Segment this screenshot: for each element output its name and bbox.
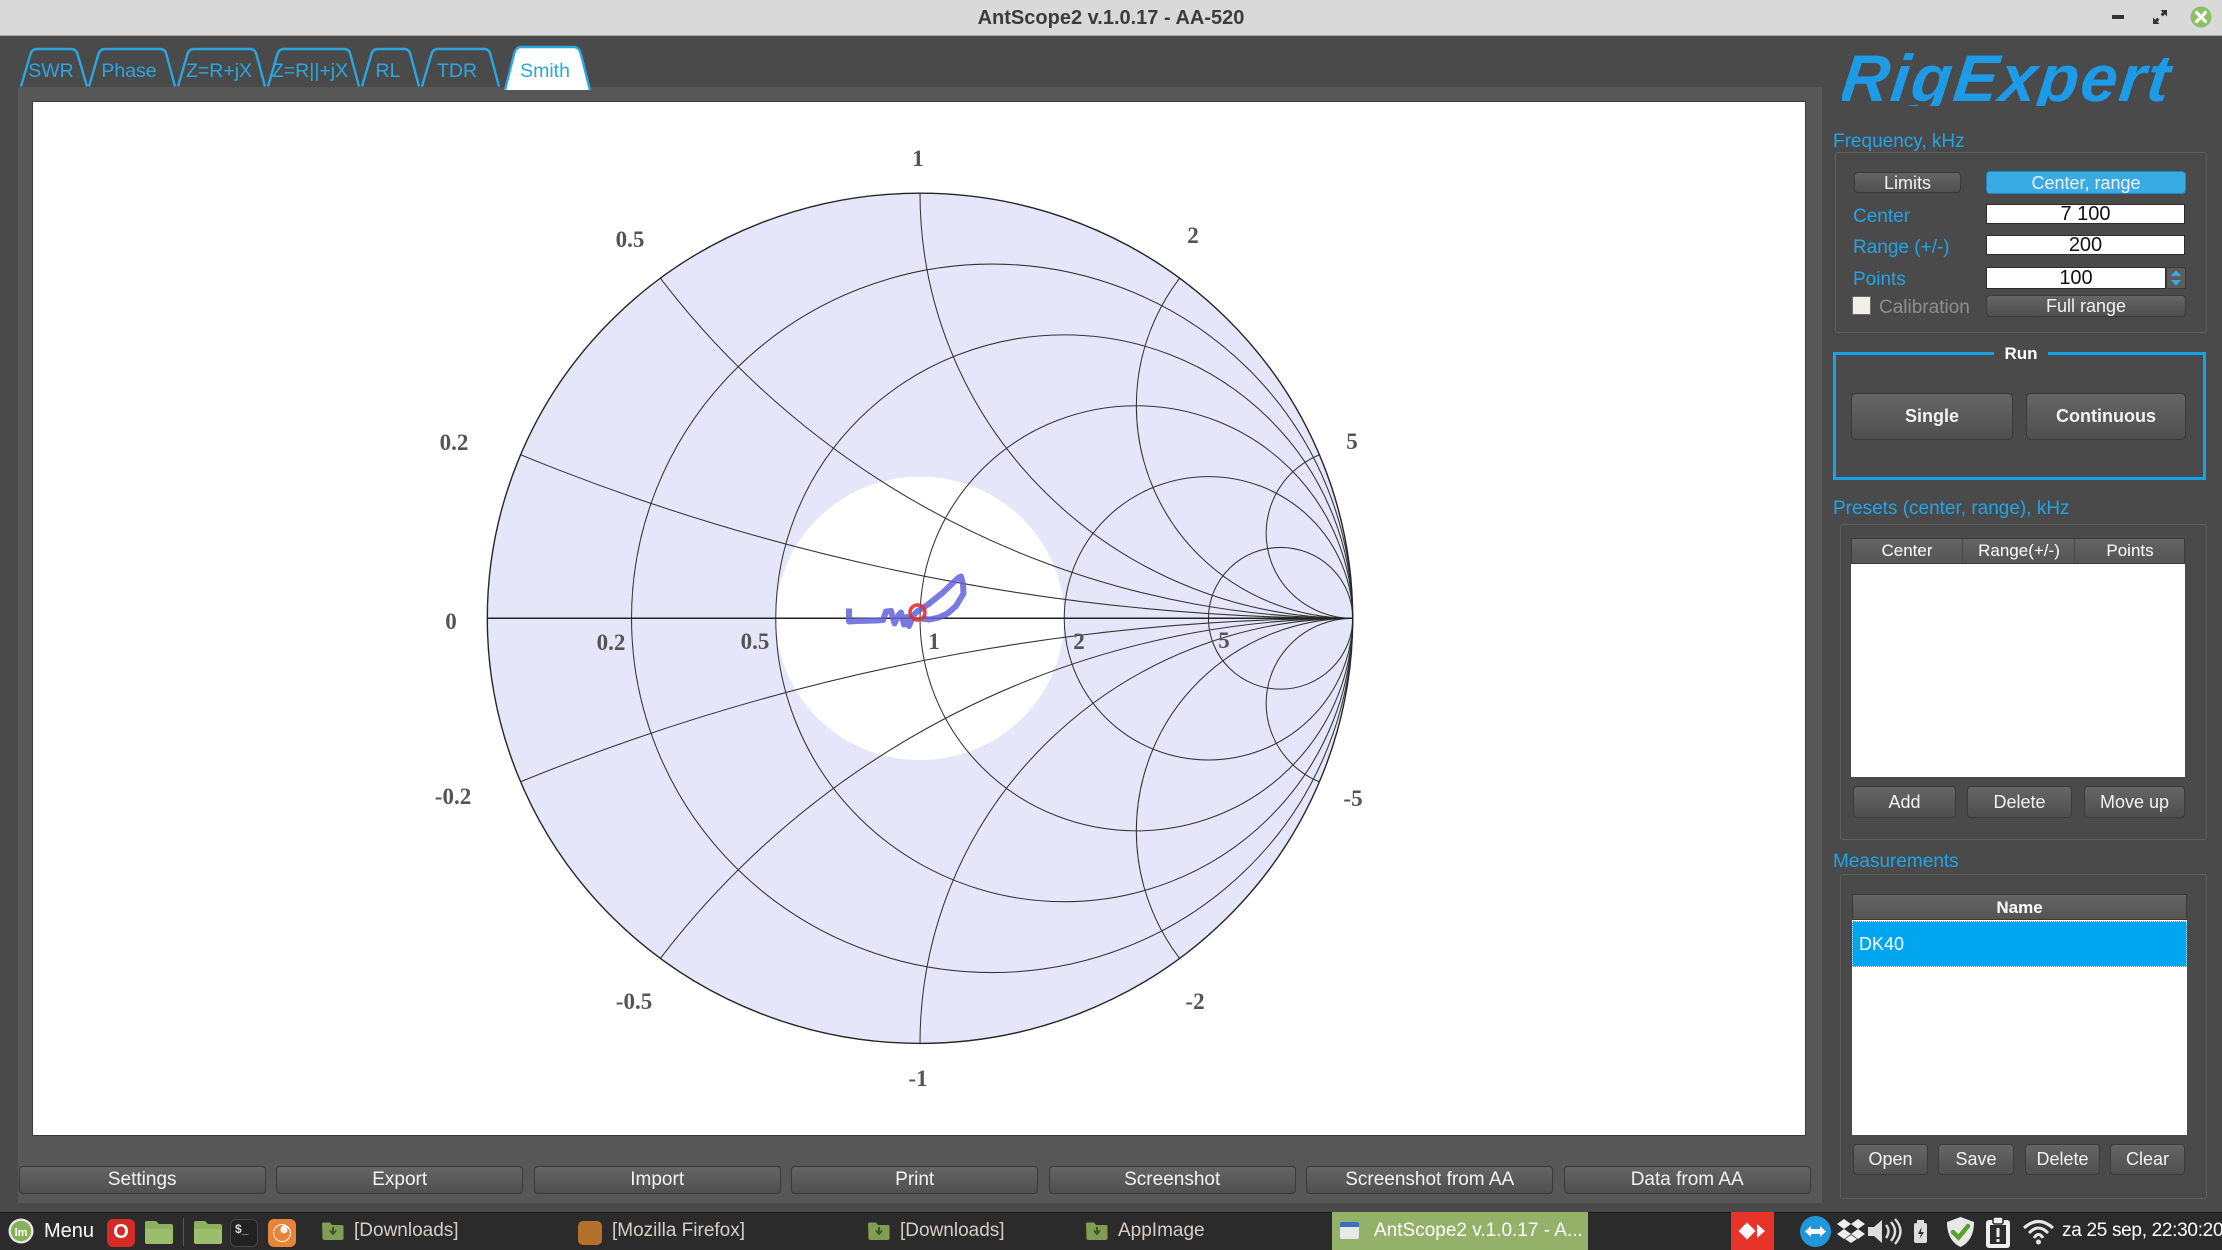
svg-text:SWR: SWR bbox=[28, 60, 74, 82]
svg-text:0.5: 0.5 bbox=[741, 629, 770, 654]
svg-text:Smith: Smith bbox=[520, 60, 570, 82]
svg-text:RL: RL bbox=[376, 60, 401, 82]
svg-text:2: 2 bbox=[1073, 629, 1085, 654]
svg-text:1: 1 bbox=[928, 629, 940, 654]
svg-text:-1: -1 bbox=[908, 1066, 927, 1091]
svg-text:Z=R+jX: Z=R+jX bbox=[186, 60, 252, 82]
svg-text:-5: -5 bbox=[1343, 786, 1362, 811]
svg-text:1: 1 bbox=[912, 146, 924, 171]
svg-text:TDR: TDR bbox=[437, 60, 477, 82]
svg-text:5: 5 bbox=[1346, 429, 1358, 454]
svg-text:-0.5: -0.5 bbox=[616, 989, 652, 1014]
svg-text:Phase: Phase bbox=[101, 60, 156, 82]
svg-text:-0.2: -0.2 bbox=[435, 784, 471, 809]
svg-text:0.5: 0.5 bbox=[616, 227, 645, 252]
svg-text:2: 2 bbox=[1187, 223, 1199, 248]
svg-text:0.2: 0.2 bbox=[440, 430, 469, 455]
svg-text:0.2: 0.2 bbox=[597, 630, 626, 655]
svg-text:5: 5 bbox=[1218, 628, 1230, 653]
svg-text:lm: lm bbox=[15, 1227, 28, 1239]
svg-text:0: 0 bbox=[445, 609, 457, 634]
svg-text:Z=R||+jX: Z=R||+jX bbox=[272, 60, 348, 82]
svg-text:-2: -2 bbox=[1185, 989, 1204, 1014]
